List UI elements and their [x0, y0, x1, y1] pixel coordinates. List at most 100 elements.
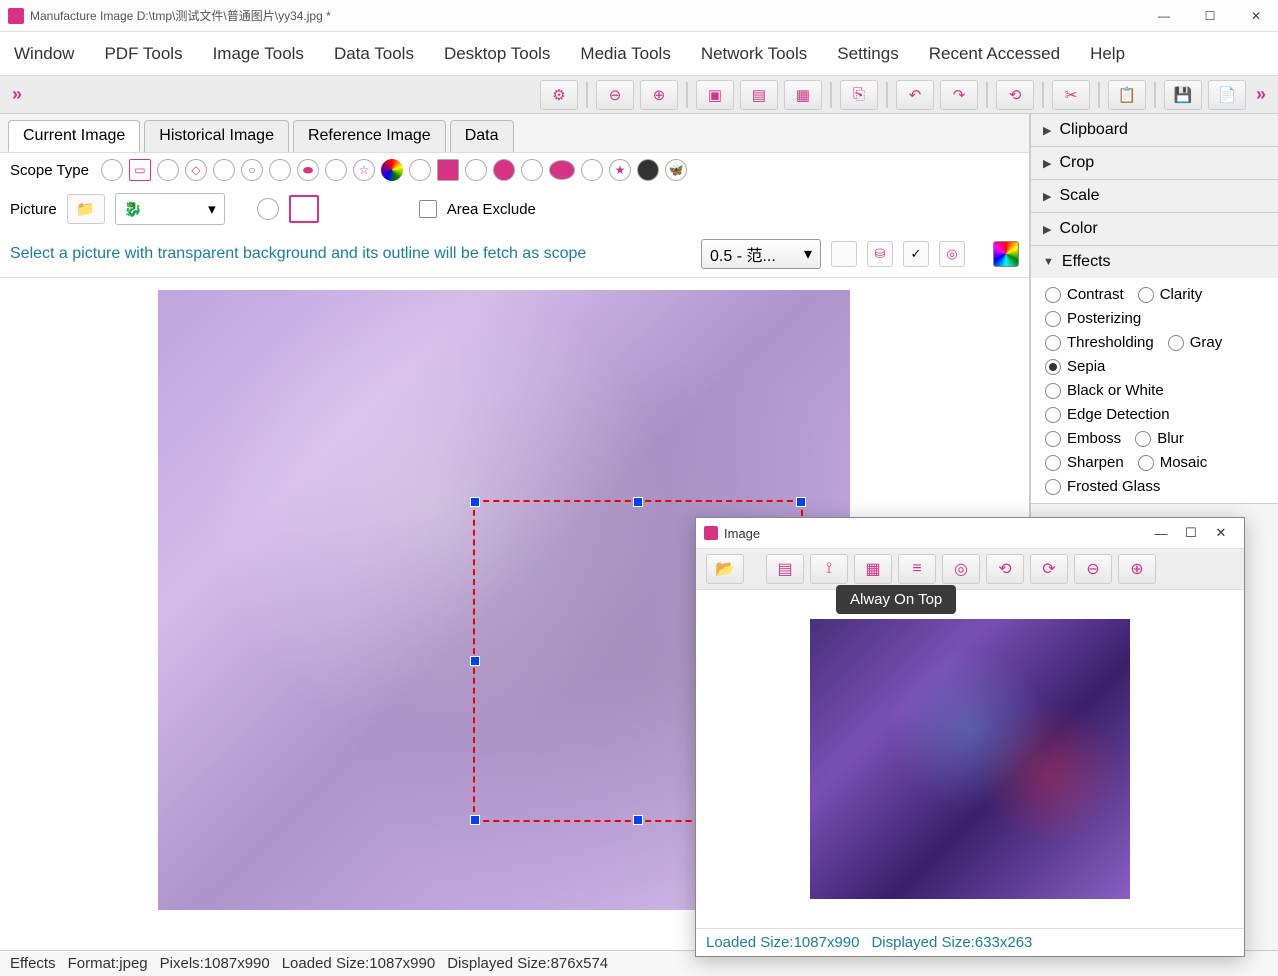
open-folder-button[interactable]: 📁 — [67, 194, 105, 224]
float-tool-pin[interactable]: ⟟ — [810, 554, 848, 584]
tool-clipboard[interactable]: 📋 — [1108, 80, 1146, 110]
menu-recent-accessed[interactable]: Recent Accessed — [929, 44, 1060, 64]
minimize-button[interactable]: — — [1150, 9, 1178, 23]
scope-shape-poly[interactable] — [157, 159, 179, 181]
acc-header-scale[interactable]: ▶Scale — [1031, 180, 1278, 212]
radio-posterizing[interactable] — [1045, 311, 1061, 327]
float-canvas[interactable] — [696, 590, 1244, 928]
tool-rotate[interactable]: ⟲ — [996, 80, 1034, 110]
float-tool-3[interactable]: ▦ — [854, 554, 892, 584]
menu-window[interactable]: Window — [14, 44, 74, 64]
float-tool-4[interactable]: ≡ — [898, 554, 936, 584]
scope-shape-filled-rect[interactable] — [437, 159, 459, 181]
tool-redo[interactable]: ↷ — [940, 80, 978, 110]
acc-header-crop[interactable]: ▶Crop — [1031, 147, 1278, 179]
close-button[interactable]: ✕ — [1242, 9, 1270, 23]
menu-image-tools[interactable]: Image Tools — [213, 44, 304, 64]
info-btn-db[interactable]: ⛁ — [867, 241, 893, 267]
menu-network-tools[interactable]: Network Tools — [701, 44, 807, 64]
menu-pdf-tools[interactable]: PDF Tools — [104, 44, 182, 64]
scope-shape-filled-1[interactable] — [409, 159, 431, 181]
handle-s[interactable] — [633, 815, 643, 825]
maximize-button[interactable]: ☐ — [1196, 9, 1224, 23]
scope-shape-filled-3[interactable] — [521, 159, 543, 181]
menu-settings[interactable]: Settings — [837, 44, 898, 64]
scope-shape-ellipse-2[interactable]: ⬬ — [297, 159, 319, 181]
tool-undo[interactable]: ↶ — [896, 80, 934, 110]
radio-sharpen[interactable] — [1045, 455, 1061, 471]
picture-option-rect[interactable] — [289, 195, 319, 223]
info-btn-1[interactable] — [831, 241, 857, 267]
radio-black-white[interactable] — [1045, 383, 1061, 399]
tool-settings[interactable]: ⚙ — [540, 80, 578, 110]
tab-historical-image[interactable]: Historical Image — [144, 120, 289, 152]
scope-shape-ellipse-1[interactable] — [269, 159, 291, 181]
float-tool-open[interactable]: 📂 — [706, 554, 744, 584]
radio-blur[interactable] — [1135, 431, 1151, 447]
info-btn-palette[interactable] — [993, 241, 1019, 267]
scope-shape-color[interactable] — [381, 159, 403, 181]
info-btn-target[interactable]: ◎ — [939, 241, 965, 267]
float-image-window[interactable]: Image — ☐ ✕ 📂 ▤ ⟟ ▦ ≡ ◎ ⟲ ⟳ ⊖ ⊕ Alway On… — [695, 517, 1245, 957]
radio-frosted[interactable] — [1045, 479, 1061, 495]
tab-current-image[interactable]: Current Image — [8, 120, 140, 152]
radio-contrast[interactable] — [1045, 287, 1061, 303]
float-titlebar[interactable]: Image — ☐ ✕ — [696, 518, 1244, 548]
handle-sw[interactable] — [470, 815, 480, 825]
scope-shape-butterfly[interactable]: 🦋 — [665, 159, 687, 181]
handle-n[interactable] — [633, 497, 643, 507]
float-close[interactable]: ✕ — [1206, 525, 1236, 541]
scope-shape-circle-2[interactable]: ○ — [241, 159, 263, 181]
handle-nw[interactable] — [470, 497, 480, 507]
scope-shape-dot[interactable] — [637, 159, 659, 181]
scope-shape-diamond[interactable]: ◇ — [185, 159, 207, 181]
tab-data[interactable]: Data — [450, 120, 514, 152]
toolbar-expand-left[interactable]: » — [8, 84, 26, 105]
tab-reference-image[interactable]: Reference Image — [293, 120, 446, 152]
range-dropdown[interactable]: 0.5 - 范...▾ — [701, 239, 821, 269]
radio-sepia[interactable] — [1045, 359, 1061, 375]
toolbar-expand-right[interactable]: » — [1252, 84, 1270, 105]
float-tool-5[interactable]: ◎ — [942, 554, 980, 584]
area-exclude-checkbox[interactable] — [419, 200, 437, 218]
scope-shape-star-1[interactable] — [325, 159, 347, 181]
scope-shape-filled-4[interactable] — [581, 159, 603, 181]
scope-shape-filled-circle[interactable] — [493, 159, 515, 181]
handle-w[interactable] — [470, 656, 480, 666]
menu-data-tools[interactable]: Data Tools — [334, 44, 414, 64]
tool-copy[interactable]: ⎘ — [840, 80, 878, 110]
tool-save[interactable]: 💾 — [1164, 80, 1202, 110]
tool-cut[interactable]: ✂ — [1052, 80, 1090, 110]
acc-header-color[interactable]: ▶Color — [1031, 213, 1278, 245]
acc-header-clipboard[interactable]: ▶Clipboard — [1031, 114, 1278, 146]
radio-thresholding[interactable] — [1045, 335, 1061, 351]
scope-shape-filled-star[interactable]: ★ — [609, 159, 631, 181]
scope-shape-none[interactable] — [101, 159, 123, 181]
menu-desktop-tools[interactable]: Desktop Tools — [444, 44, 550, 64]
float-maximize[interactable]: ☐ — [1176, 525, 1206, 541]
scope-shape-circle-1[interactable] — [213, 159, 235, 181]
float-tool-zoom-in[interactable]: ⊕ — [1118, 554, 1156, 584]
float-tool-zoom-out[interactable]: ⊖ — [1074, 554, 1112, 584]
float-tool-rotate-ccw[interactable]: ⟳ — [1030, 554, 1068, 584]
float-minimize[interactable]: — — [1146, 526, 1176, 541]
radio-mosaic[interactable] — [1138, 455, 1154, 471]
radio-emboss[interactable] — [1045, 431, 1061, 447]
tool-layout-2[interactable]: ▤ — [740, 80, 778, 110]
picture-option-empty[interactable] — [257, 198, 279, 220]
radio-edge[interactable] — [1045, 407, 1061, 423]
scope-shape-filled-ellipse[interactable] — [549, 160, 575, 180]
radio-gray[interactable] — [1168, 335, 1184, 351]
tool-save-as[interactable]: 📄 — [1208, 80, 1246, 110]
tool-zoom-in[interactable]: ⊕ — [640, 80, 678, 110]
acc-header-effects[interactable]: ▼Effects — [1031, 246, 1278, 278]
menu-media-tools[interactable]: Media Tools — [580, 44, 670, 64]
menu-help[interactable]: Help — [1090, 44, 1125, 64]
radio-clarity[interactable] — [1138, 287, 1154, 303]
tool-zoom-out[interactable]: ⊖ — [596, 80, 634, 110]
scope-shape-star-2[interactable]: ☆ — [353, 159, 375, 181]
scope-shape-filled-2[interactable] — [465, 159, 487, 181]
info-btn-check[interactable]: ✓ — [903, 241, 929, 267]
scope-shape-rect[interactable]: ▭ — [129, 159, 151, 181]
tool-layout-3[interactable]: ▦ — [784, 80, 822, 110]
